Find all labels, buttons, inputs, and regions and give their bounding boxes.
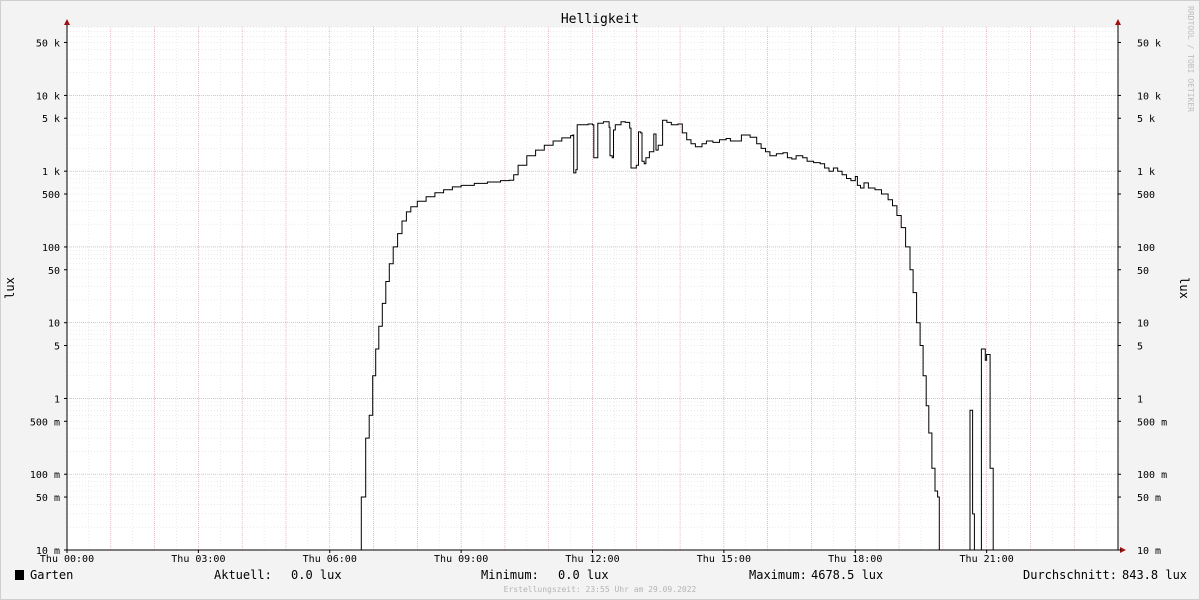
legend-min-value: 0.0 lux	[558, 568, 609, 582]
y-tick-label-right: 500 m	[1137, 417, 1167, 428]
y-tick-label-right: 5	[1137, 342, 1143, 353]
x-tick-label: Thu 06:00	[303, 554, 357, 565]
y-tick-label-left: 5 k	[42, 114, 60, 125]
y-tick-label-left: 1 k	[42, 167, 60, 178]
y-tick-label-right: 10 m	[1137, 546, 1161, 557]
y-tick-label-left: 500	[42, 190, 60, 201]
y-tick-label-left: 10 k	[36, 91, 60, 102]
legend-current-value: 0.0 lux	[291, 568, 342, 582]
y-tick-label-left: 50 k	[36, 38, 60, 49]
y-tick-label-right: 1	[1137, 394, 1143, 405]
y-tick-label-right: 500	[1137, 190, 1155, 201]
y-tick-label-right: 50 m	[1137, 493, 1161, 504]
y-tick-label-right: 10	[1137, 319, 1149, 330]
legend-series-label: Garten	[30, 568, 73, 582]
y-tick-label-left: 50	[48, 266, 60, 277]
y-axis-label-right: lux	[1177, 277, 1191, 299]
footer-timestamp: Erstellungszeit: 23:55 Uhr am 29.09.2022	[504, 585, 697, 594]
y-tick-label-right: 50	[1137, 266, 1149, 277]
x-tick-label: Thu 03:00	[171, 554, 225, 565]
y-tick-label-right: 50 k	[1137, 38, 1161, 49]
y-tick-label-right: 100	[1137, 243, 1155, 254]
y-tick-label-right: 10 k	[1137, 91, 1161, 102]
brightness-chart: 50 k 10 k 5 k 1 k 500 100 50 10 5 1 500 m 100 m 50 m…	[0, 0, 1200, 600]
legend-avg-value: 843.8 lux	[1122, 568, 1187, 582]
chart-title: Helligkeit	[561, 12, 639, 27]
y-tick-label-left: 100	[42, 243, 60, 254]
y-tick-label-right: 100 m	[1137, 470, 1167, 481]
x-tick-label: Thu 15:00	[697, 554, 751, 565]
y-tick-label-left: 5	[54, 342, 60, 353]
y-tick-label-right: 5 k	[1137, 114, 1155, 125]
y-tick-label-right: 1 k	[1137, 167, 1155, 178]
x-tick-label: Thu 09:00	[434, 554, 488, 565]
legend-min-label: Minimum:	[481, 568, 539, 582]
y-axis-label-left: lux	[3, 277, 17, 299]
legend-swatch	[15, 570, 24, 580]
x-tick-label: Thu 00:00	[40, 554, 94, 565]
y-tick-label-left: 1	[54, 394, 60, 405]
x-tick-label: Thu 21:00	[960, 554, 1014, 565]
legend-max-value: 4678.5 lux	[811, 568, 883, 582]
legend-max-label: Maximum:	[749, 568, 807, 582]
x-tick-label: Thu 18:00	[828, 554, 882, 565]
y-tick-label-left: 100 m	[30, 470, 60, 481]
x-tick-label: Thu 12:00	[565, 554, 619, 565]
y-tick-label-left: 50 m	[36, 493, 60, 504]
legend-avg-label: Durchschnitt:	[1023, 568, 1117, 582]
y-tick-label-left: 10	[48, 319, 60, 330]
y-tick-label-left: 500 m	[30, 417, 60, 428]
chart-window: 50 k 10 k 5 k 1 k 500 100 50 10 5 1 500 m 100 m 50 m…	[0, 0, 1200, 600]
watermark: RRDTOOL / TOBI OETIKER	[1186, 6, 1195, 112]
legend-current-label: Aktuell:	[214, 568, 272, 582]
